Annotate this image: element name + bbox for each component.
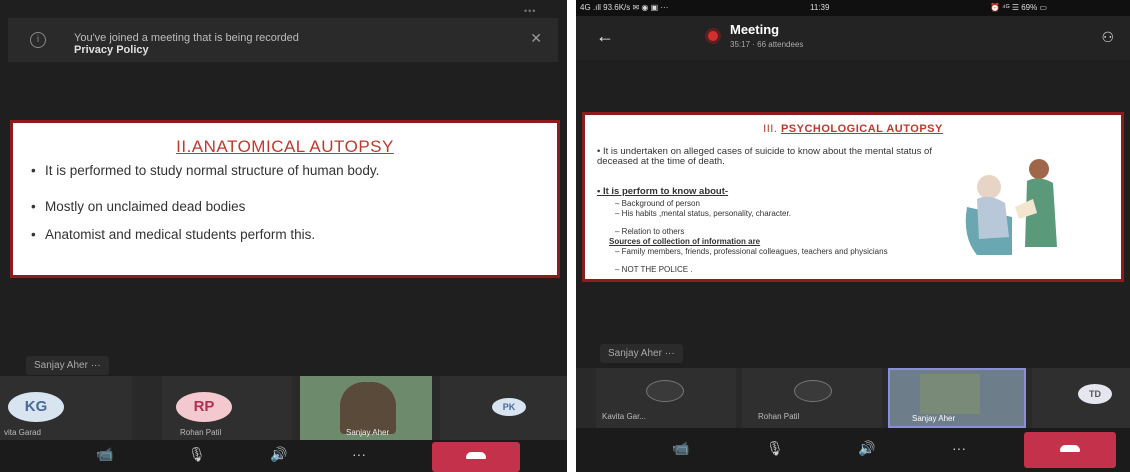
slide-intro: • It is undertaken on alleged cases of s… (597, 146, 932, 167)
participant-video-tile[interactable]: Sanjay Aher (300, 376, 432, 440)
participant-tile[interactable]: KG vita Garad (0, 376, 132, 440)
meeting-subtitle: 35:17 · 66 attendees (730, 40, 804, 49)
info-icon: i (30, 32, 46, 48)
participant-strip: Kavita Gar... Rohan Patil Sanjay Aher TD (576, 368, 1130, 428)
slide-bullet: • Anatomist and medical students perform … (31, 227, 316, 242)
slide-heading: Sources of collection of information are (609, 237, 761, 246)
status-bar: 4G .ıll 93.6K/s ✉ ◉ ▣ ··· 11:39 ⏰ ⁴ᴳ ☰ 6… (576, 0, 1130, 16)
status-left: 4G .ıll 93.6K/s ✉ ◉ ▣ ··· (580, 3, 669, 12)
hangup-icon (1060, 445, 1080, 452)
mic-icon[interactable]: 🎙 (188, 446, 206, 463)
participant-tile[interactable]: RP Rohan Patil (162, 376, 292, 440)
call-controls: 📹 🎙 🔊 ··· (576, 428, 1130, 472)
video-person (340, 382, 396, 434)
participant-tile[interactable]: Kavita Gar... (596, 368, 736, 428)
participant-name: Sanjay Aher (346, 428, 390, 437)
participant-strip: KG vita Garad RP Rohan Patil Sanjay Aher… (0, 376, 567, 440)
hangup-button[interactable] (432, 442, 520, 472)
shared-slide: III. PSYCHOLOGICAL AUTOPSY • It is under… (582, 112, 1124, 282)
back-arrow-icon[interactable]: ← (596, 26, 614, 47)
close-icon[interactable]: ✕ (530, 30, 542, 47)
person-icon (646, 380, 684, 402)
avatar: KG (8, 392, 64, 422)
participant-name: Sanjay Aher (912, 414, 956, 423)
slide-bullet: • It is performed to study normal structu… (31, 163, 380, 178)
status-time: 11:39 (810, 3, 830, 12)
speaker-icon[interactable]: 🔊 (270, 446, 287, 463)
recording-text: You've joined a meeting that is being re… (74, 32, 299, 44)
left-meeting-screen: ••• i You've joined a meeting that is be… (0, 0, 567, 472)
recording-message: You've joined a meeting that is being re… (74, 32, 299, 56)
participant-video-tile[interactable]: Sanjay Aher (888, 368, 1026, 428)
presenter-name-chip[interactable]: Sanjay Aher ··· (26, 356, 109, 375)
camera-icon[interactable]: 📹 (672, 440, 689, 457)
participant-tile[interactable]: TD (1032, 368, 1130, 428)
participant-name: Rohan Patil (180, 428, 222, 437)
participant-tile[interactable]: Rohan Patil (742, 368, 882, 428)
call-controls: 📹 🎙 🔊 ··· (0, 440, 567, 472)
participant-name: Kavita Gar... (602, 412, 647, 421)
top-dots: ••• (524, 6, 537, 16)
caregiver-illustration (957, 147, 1079, 257)
participants-icon[interactable]: ⚇ (1101, 29, 1114, 46)
presenter-name-chip[interactable]: Sanjay Aher ··· (600, 344, 683, 363)
slide-subitem: – Background of person (615, 199, 700, 208)
divider (567, 0, 576, 472)
meeting-header: ← Meeting 35:17 · 66 attendees ⚇ (576, 16, 1130, 60)
privacy-policy-link[interactable]: Privacy Policy (74, 44, 299, 56)
recording-dot-icon (708, 31, 718, 41)
shared-slide: II.ANATOMICAL AUTOPSY • It is performed t… (10, 120, 560, 278)
slide-subitem: – His habits ,mental status, personality… (615, 209, 791, 218)
slide-title: III. PSYCHOLOGICAL AUTOPSY (763, 123, 943, 135)
meeting-title: Meeting (730, 22, 780, 37)
slide-bullet: • Mostly on unclaimed dead bodies (31, 199, 246, 214)
camera-icon[interactable]: 📹 (96, 446, 113, 463)
avatar: TD (1078, 384, 1112, 404)
more-icon[interactable]: ··· (352, 446, 366, 462)
mic-icon[interactable]: 🎙 (766, 440, 784, 457)
more-icon[interactable]: ··· (952, 440, 966, 456)
recording-banner: i You've joined a meeting that is being … (8, 18, 558, 62)
person-icon (794, 380, 832, 402)
slide-subitem: – Relation to others (615, 227, 685, 236)
slide-title: II.ANATOMICAL AUTOPSY (176, 137, 394, 156)
participant-tile[interactable]: PK (440, 376, 567, 440)
participant-name: Rohan Patil (758, 412, 800, 421)
slide-subitem: – Family members, friends, professional … (615, 247, 888, 256)
right-meeting-screen: 4G .ıll 93.6K/s ✉ ◉ ▣ ··· 11:39 ⏰ ⁴ᴳ ☰ 6… (576, 0, 1130, 472)
hangup-icon (466, 452, 486, 459)
hangup-button[interactable] (1024, 432, 1116, 468)
avatar: RP (176, 392, 232, 422)
slide-heading: • It is perform to know about- (597, 186, 729, 197)
avatar: PK (492, 398, 526, 416)
participant-name: vita Garad (4, 428, 41, 437)
status-right: ⏰ ⁴ᴳ ☰ 69% ▭ (990, 3, 1047, 12)
speaker-icon[interactable]: 🔊 (858, 440, 875, 457)
video-person (920, 374, 980, 414)
slide-subitem: – NOT THE POLICE . (615, 265, 693, 274)
